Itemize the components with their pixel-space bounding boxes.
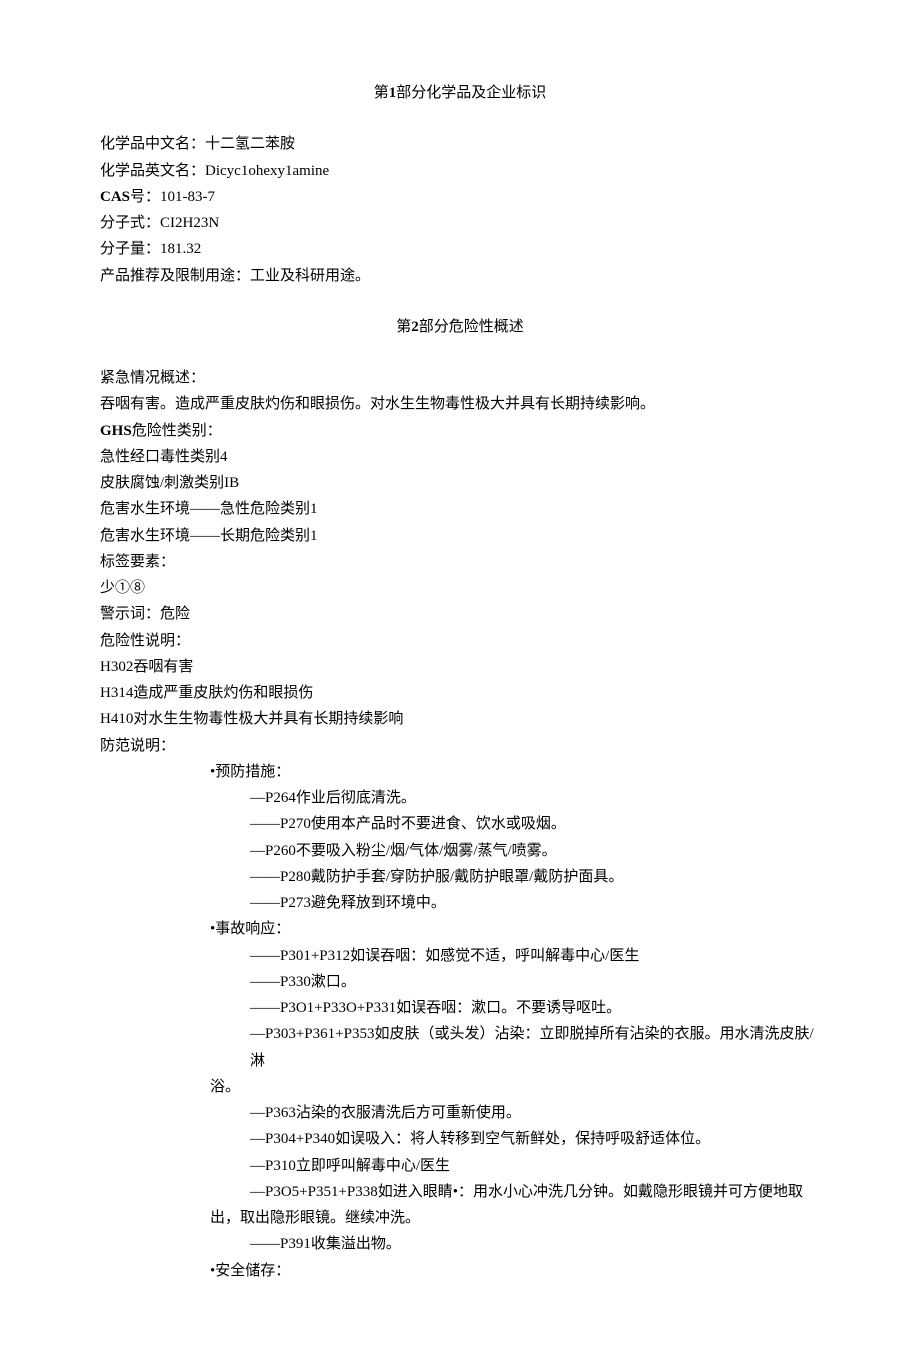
hazard-item: H410对水生生物毒性极大并具有长期持续影响 bbox=[100, 706, 820, 732]
response-item: —P3O5+P351+P338如进入眼睛•：用水小心冲洗几分钟。如戴隐形眼镜并可… bbox=[100, 1179, 820, 1205]
title-prefix: 第 bbox=[374, 85, 389, 101]
mw-line: 分子量：181.32 bbox=[100, 236, 820, 262]
prevention-item: ——P280戴防护手套/穿防护服/戴防护眼罩/戴防护面具。 bbox=[100, 864, 820, 890]
response-item: ——P3O1+P33O+P331如误吞咽：漱口。不要诱导呕吐。 bbox=[100, 995, 820, 1021]
section-1-title: 第1部分化学品及企业标识 bbox=[100, 80, 820, 106]
ghs-item: 皮肤腐蚀/刺激类别IB bbox=[100, 470, 820, 496]
section-2-title: 第2部分危险性概述 bbox=[100, 314, 820, 340]
name-cn-line: 化学品中文名：十二氢二苯胺 bbox=[100, 131, 820, 157]
cas-label: CAS bbox=[100, 189, 130, 205]
response-item: ——P391收集溢出物。 bbox=[100, 1231, 820, 1257]
ghs-suffix: 危险性类别： bbox=[132, 423, 222, 439]
usage-value: 工业及科研用途。 bbox=[250, 268, 370, 284]
title-suffix: 部分化学品及企业标识 bbox=[396, 85, 546, 101]
response-item: —P310立即呼叫解毒中心/医生 bbox=[100, 1153, 820, 1179]
response-item: 浴。 bbox=[100, 1074, 820, 1100]
hazard-label: 危险性说明： bbox=[100, 628, 820, 654]
response-item: ——P330漱口。 bbox=[100, 969, 820, 995]
usage-label: 产品推荐及限制用途： bbox=[100, 268, 250, 284]
prevention-header: •预防措施： bbox=[100, 759, 820, 785]
prevention-item: —P264作业后彻底清洗。 bbox=[100, 785, 820, 811]
cas-value: 101-83-7 bbox=[160, 189, 215, 205]
prevention-item: —P260不要吸入粉尘/烟/气体/烟雾/蒸气/喷雾。 bbox=[100, 838, 820, 864]
name-cn-label: 化学品中文名： bbox=[100, 136, 205, 152]
response-item: —P304+P340如误吸入：将人转移到空气新鲜处，保持呼吸舒适体位。 bbox=[100, 1126, 820, 1152]
cas-line: CAS号：101-83-7 bbox=[100, 184, 820, 210]
mw-value: 181.32 bbox=[160, 241, 201, 257]
pictograms: 少①⑧ bbox=[100, 575, 820, 601]
label-elements: 标签要素： bbox=[100, 549, 820, 575]
response-item: —P303+P361+P353如皮肤（或头发）沾染：立即脱掉所有沾染的衣服。用水… bbox=[100, 1021, 820, 1074]
ghs-item: 危害水生环境——急性危险类别1 bbox=[100, 496, 820, 522]
name-en-label: 化学品英文名： bbox=[100, 163, 205, 179]
section-1-body: 化学品中文名：十二氢二苯胺 化学品英文名：Dicyc1ohexy1amine C… bbox=[100, 131, 820, 289]
title-prefix: 第 bbox=[396, 319, 411, 335]
emergency-text: 吞咽有害。造成严重皮肤灼伤和眼损伤。对水生生物毒性极大并具有长期持续影响。 bbox=[100, 391, 820, 417]
usage-line: 产品推荐及限制用途：工业及科研用途。 bbox=[100, 263, 820, 289]
precaution-label: 防范说明： bbox=[100, 733, 820, 759]
ghs-item: 危害水生环境——长期危险类别1 bbox=[100, 523, 820, 549]
name-cn-value: 十二氢二苯胺 bbox=[205, 136, 295, 152]
ghs-label: GHS bbox=[100, 423, 132, 439]
hazard-item: H302吞咽有害 bbox=[100, 654, 820, 680]
formula-label: 分子式： bbox=[100, 215, 160, 231]
mw-label: 分子量： bbox=[100, 241, 160, 257]
prevention-item: ——P273避免释放到环境中。 bbox=[100, 890, 820, 916]
cas-suffix: 号： bbox=[130, 189, 160, 205]
storage-header: •安全储存： bbox=[100, 1258, 820, 1284]
title-num: 2 bbox=[411, 319, 419, 335]
signal-label: 警示词： bbox=[100, 606, 160, 622]
formula-value: CI2H23N bbox=[160, 215, 219, 231]
name-en-value: Dicyc1ohexy1amine bbox=[205, 163, 329, 179]
name-en-line: 化学品英文名：Dicyc1ohexy1amine bbox=[100, 158, 820, 184]
section-2-body: 紧急情况概述： 吞咽有害。造成严重皮肤灼伤和眼损伤。对水生生物毒性极大并具有长期… bbox=[100, 365, 820, 1284]
response-header: •事故响应： bbox=[100, 916, 820, 942]
emergency-label: 紧急情况概述： bbox=[100, 365, 820, 391]
ghs-item: 急性经口毒性类别4 bbox=[100, 444, 820, 470]
formula-line: 分子式：CI2H23N bbox=[100, 210, 820, 236]
response-item: ——P301+P312如误吞咽：如感觉不适，呼叫解毒中心/医生 bbox=[100, 943, 820, 969]
ghs-line: GHS危险性类别： bbox=[100, 418, 820, 444]
response-item: 出，取出隐形眼镜。继续冲洗。 bbox=[100, 1205, 820, 1231]
hazard-item: H314造成严重皮肤灼伤和眼损伤 bbox=[100, 680, 820, 706]
title-suffix: 部分危险性概述 bbox=[419, 319, 524, 335]
signal-line: 警示词：危险 bbox=[100, 601, 820, 627]
prevention-item: ——P270使用本产品时不要进食、饮水或吸烟。 bbox=[100, 811, 820, 837]
response-item: —P363沾染的衣服清洗后方可重新使用。 bbox=[100, 1100, 820, 1126]
signal-value: 危险 bbox=[160, 606, 190, 622]
